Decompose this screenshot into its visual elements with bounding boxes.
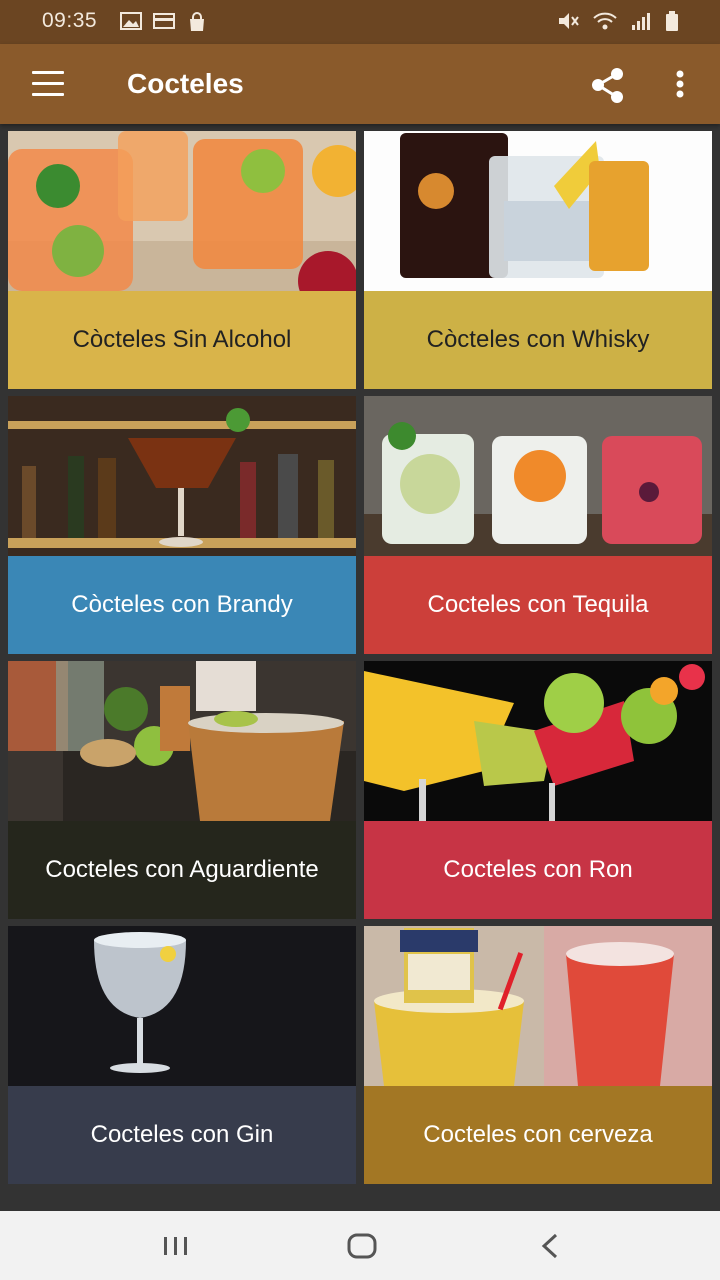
image-icon: [120, 12, 142, 30]
category-card-sin-alcohol[interactable]: Còcteles Sin Alcohol: [8, 131, 356, 389]
back-icon[interactable]: [526, 1229, 574, 1263]
status-right-icons: [556, 10, 680, 32]
recents-icon[interactable]: [152, 1229, 200, 1263]
status-bar: 09:35: [0, 0, 720, 44]
category-card-aguardiente[interactable]: Cocteles con Aguardiente: [8, 661, 356, 919]
cocktail-image: [364, 396, 712, 556]
status-left-icons: [120, 11, 208, 33]
category-label: Còcteles con Brandy: [8, 556, 356, 654]
category-label: Còcteles con Whisky: [364, 291, 712, 389]
page-title: Cocteles: [127, 68, 244, 99]
category-label: Còcteles Sin Alcohol: [8, 291, 356, 389]
mute-icon: [559, 13, 579, 29]
cocktail-image: [8, 926, 356, 1086]
category-label: Cocteles con cerveza: [364, 1086, 712, 1184]
category-card-gin[interactable]: Cocteles con Gin: [8, 926, 356, 1184]
category-card-whisky[interactable]: Còcteles con Whisky: [364, 131, 712, 389]
cocktail-image: [8, 396, 356, 556]
cocktail-image: [364, 131, 712, 291]
card-icon: [153, 13, 175, 29]
cocktail-image: [8, 131, 356, 291]
category-card-tequila[interactable]: Cocteles con Tequila: [364, 396, 712, 654]
signal-icon: [632, 13, 650, 30]
home-icon[interactable]: [338, 1229, 386, 1263]
menu-icon[interactable]: [28, 66, 68, 102]
more-vert-icon[interactable]: [664, 64, 696, 108]
category-label: Cocteles con Aguardiente: [8, 821, 356, 919]
cocktail-image: [364, 661, 712, 821]
cocktail-image: [364, 926, 712, 1086]
category-label: Cocteles con Gin: [8, 1086, 356, 1184]
category-label: Cocteles con Ron: [364, 821, 712, 919]
system-nav-bar: [0, 1211, 720, 1280]
battery-icon: [666, 11, 678, 31]
status-time: 09:35: [42, 9, 98, 32]
app-bar: Cocteles: [0, 44, 720, 124]
share-icon[interactable]: [586, 64, 630, 108]
category-card-brandy[interactable]: Còcteles con Brandy: [8, 396, 356, 654]
category-card-ron[interactable]: Cocteles con Ron: [364, 661, 712, 919]
cocktail-image: [8, 661, 356, 821]
category-card-cerveza[interactable]: Cocteles con cerveza: [364, 926, 712, 1184]
wifi-icon: [593, 12, 617, 30]
category-label: Cocteles con Tequila: [364, 556, 712, 654]
bag-icon: [190, 12, 204, 31]
